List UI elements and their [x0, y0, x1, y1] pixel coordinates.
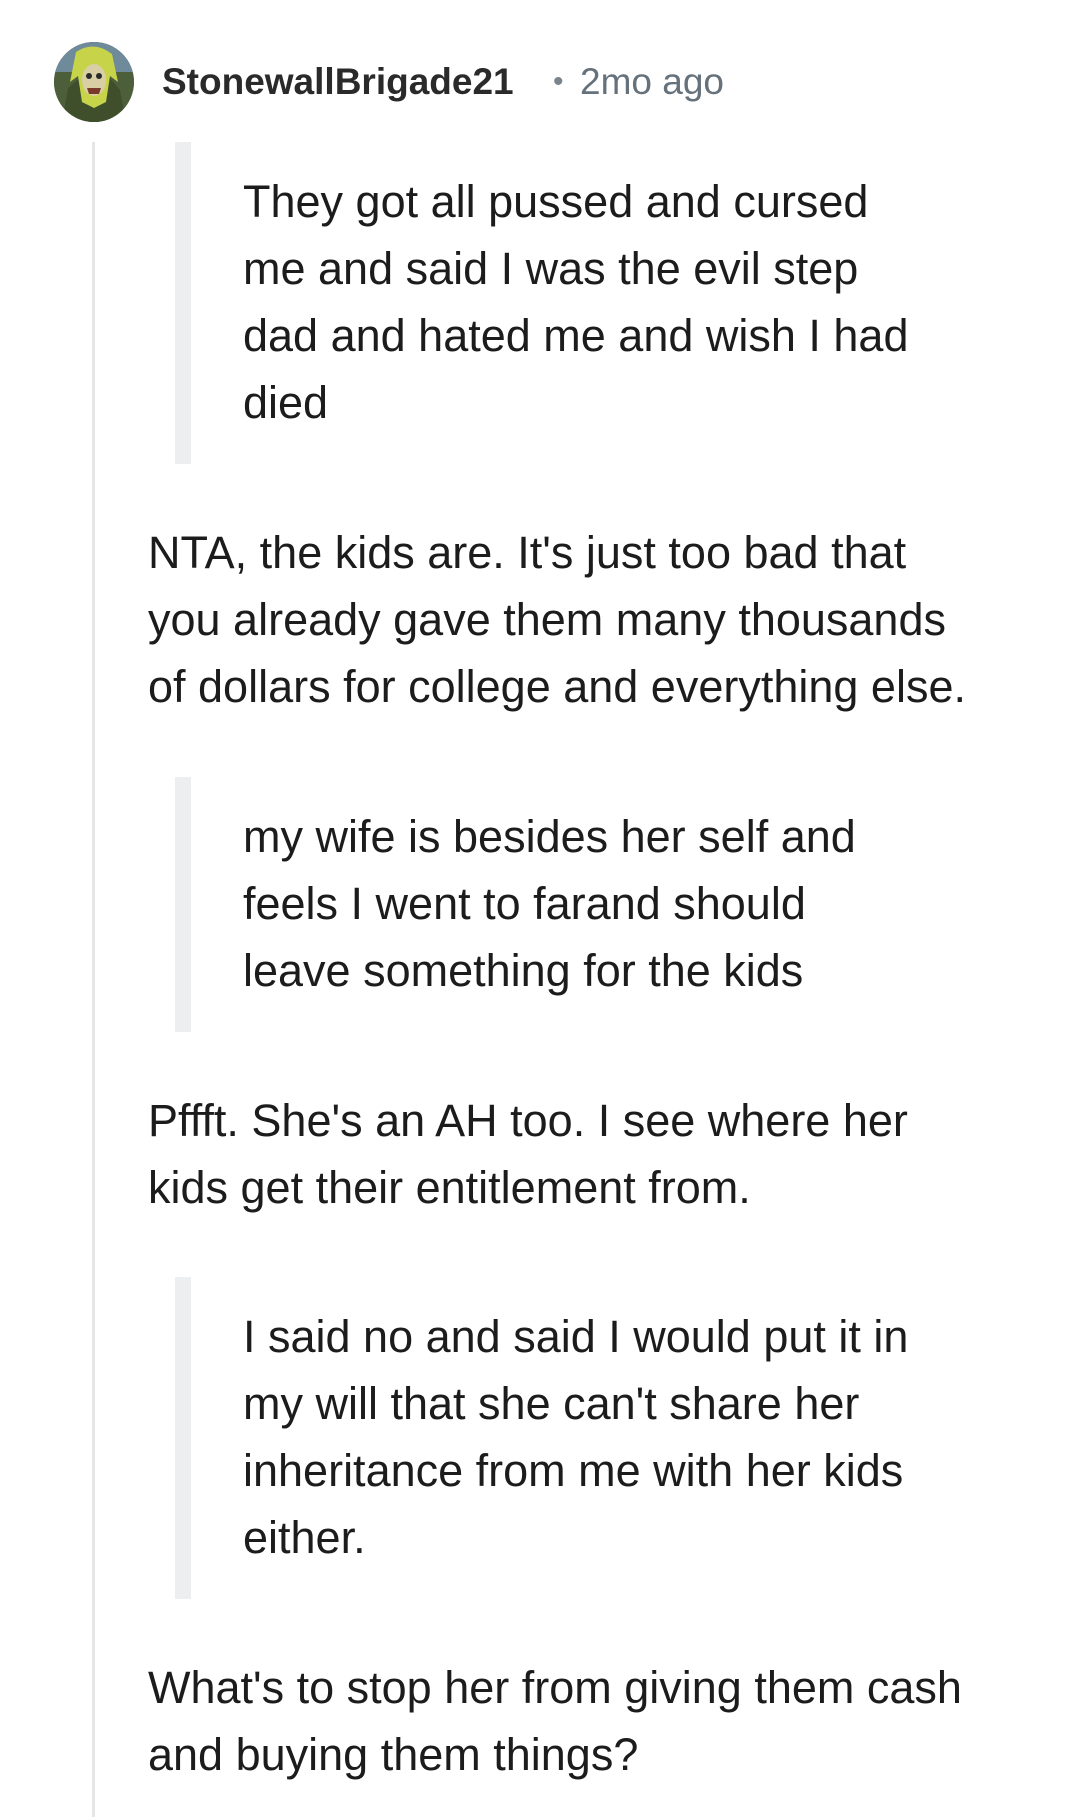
quote-line: died [243, 377, 329, 428]
quote-block: I said no and said I would put it in my … [175, 1277, 1055, 1599]
comment-paragraph: Pffft. She's an AH too. I see where her … [148, 1087, 1048, 1221]
quote-line: They got all pussed and cursed [243, 176, 869, 227]
author-username[interactable]: StonewallBrigade21 [162, 60, 514, 104]
comment-header: StonewallBrigade21 • 2mo ago [0, 0, 1080, 140]
quote-line: my will that she can't share her [243, 1378, 860, 1429]
comment-timestamp: 2mo ago [580, 61, 724, 102]
paragraph-line: NTA, the kids are. It's just too bad tha… [148, 527, 907, 578]
avatar-image [54, 42, 134, 122]
comment-paragraph: What's to stop her from giving them cash… [148, 1654, 1048, 1788]
quote-line: feels I went to farand should [243, 878, 806, 929]
paragraph-line: you already gave them many thousands [148, 594, 946, 645]
comment-paragraph: NTA, the kids are. It's just too bad tha… [148, 519, 1048, 720]
quote-line: my wife is besides her self and [243, 811, 856, 862]
paragraph-line: What's to stop her from giving them cash [148, 1662, 962, 1713]
quote-block: my wife is besides her self and feels I … [175, 777, 1055, 1032]
paragraph-line: Pffft. She's an AH too. I see where her [148, 1095, 908, 1146]
quote-line: dad and hated me and wish I had [243, 310, 909, 361]
meta-separator: • [553, 65, 564, 98]
user-avatar[interactable] [54, 42, 134, 122]
paragraph-line: and buying them things? [148, 1729, 639, 1780]
quote-line: I said no and said I would put it in [243, 1311, 909, 1362]
quote-line: leave something for the kids [243, 945, 804, 996]
thread-line[interactable] [92, 142, 95, 1817]
paragraph-line: kids get their entitlement from. [148, 1162, 751, 1213]
quote-line: inheritance from me with her kids [243, 1445, 904, 1496]
quote-block: They got all pussed and cursed me and sa… [175, 142, 1055, 464]
paragraph-line: of dollars for college and everything el… [148, 661, 966, 712]
quote-line: either. [243, 1512, 366, 1563]
quote-line: me and said I was the evil step [243, 243, 859, 294]
